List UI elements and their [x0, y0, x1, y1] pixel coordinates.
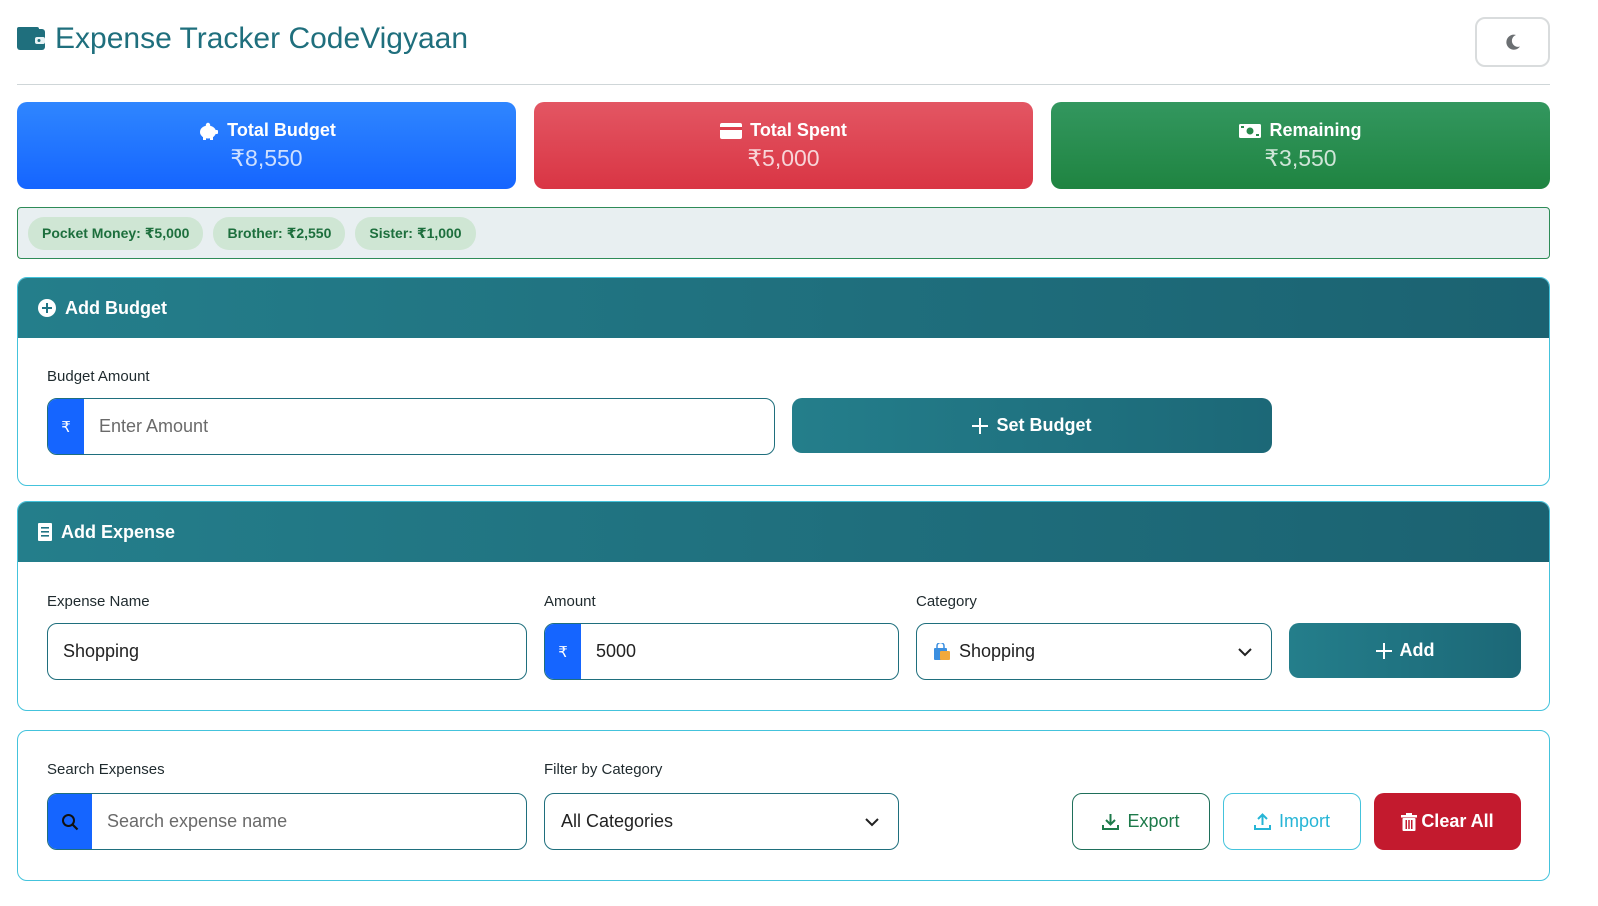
budget-source-chip: Pocket Money: ₹5,000 — [28, 216, 204, 250]
add-expense-button-label: Add — [1399, 640, 1435, 660]
export-button[interactable]: Export — [1072, 793, 1210, 850]
total-budget-label: Total Budget — [227, 120, 336, 140]
budget-sources-bar: Pocket Money: ₹5,000 Brother: ₹2,550 Sis… — [17, 207, 1550, 259]
add-expense-header: Add Expense — [18, 502, 1549, 562]
set-budget-button[interactable]: Set Budget — [792, 398, 1272, 453]
category-select[interactable]: Shopping — [916, 623, 1272, 680]
expense-name-field — [47, 623, 527, 680]
plus-circle-icon — [38, 299, 56, 317]
piggy-bank-icon — [200, 122, 219, 140]
download-icon — [1102, 814, 1120, 830]
category-selected-value: Shopping — [959, 641, 1036, 661]
chevron-down-icon — [1238, 647, 1252, 656]
moon-icon — [1505, 34, 1520, 50]
search-label: Search Expenses — [47, 761, 165, 778]
budget-amount-field: ₹ — [47, 398, 775, 455]
search-icon — [62, 813, 79, 830]
remaining-label: Remaining — [1269, 120, 1362, 140]
expense-name-label: Expense Name — [47, 593, 150, 610]
total-spent-label: Total Spent — [750, 120, 847, 140]
wallet-icon — [17, 27, 45, 50]
import-label: Import — [1278, 811, 1330, 831]
remaining-card: Remaining ₹3,550 — [1051, 102, 1550, 189]
currency-prefix: ₹ — [48, 399, 84, 454]
add-budget-panel: Add Budget Budget Amount ₹ Set Budget — [17, 277, 1550, 486]
shopping-bag-icon — [934, 642, 950, 660]
add-budget-header: Add Budget — [18, 278, 1549, 338]
filter-category-select[interactable]: All Categories — [544, 793, 899, 850]
budget-amount-label: Budget Amount — [47, 368, 150, 385]
plus-icon — [1375, 642, 1392, 659]
budget-source-chip: Sister: ₹1,000 — [355, 216, 476, 250]
chevron-down-icon — [865, 817, 879, 826]
app-title-text: Expense Tracker CodeVigyaan — [55, 22, 469, 55]
total-budget-value: ₹8,550 — [230, 145, 303, 171]
clear-all-button[interactable]: Clear All — [1374, 793, 1521, 850]
total-budget-card: Total Budget ₹8,550 — [17, 102, 516, 189]
budget-amount-input[interactable] — [84, 399, 774, 454]
search-input[interactable] — [92, 794, 526, 849]
expense-amount-input[interactable] — [581, 624, 898, 679]
search-field — [47, 793, 527, 850]
app-header: Expense Tracker CodeVigyaan — [17, 14, 1550, 85]
add-budget-title: Add Budget — [65, 297, 167, 318]
add-expense-button[interactable]: Add — [1289, 623, 1521, 678]
budget-source-chip: Brother: ₹2,550 — [213, 216, 346, 250]
app-title: Expense Tracker CodeVigyaan — [17, 22, 468, 56]
upload-icon — [1253, 813, 1271, 830]
add-expense-panel: Add Expense Expense Name Amount ₹ Catego… — [17, 501, 1550, 711]
receipt-icon — [38, 523, 52, 541]
import-button[interactable]: Import — [1223, 793, 1361, 850]
theme-toggle-button[interactable] — [1475, 17, 1550, 67]
search-filter-panel: Search Expenses Filter by Category All C… — [17, 730, 1550, 881]
clear-all-label: Clear All — [1421, 811, 1494, 831]
filter-selected-value: All Categories — [561, 811, 674, 831]
remaining-value: ₹3,550 — [1264, 145, 1337, 171]
search-prefix — [48, 794, 92, 849]
set-budget-label: Set Budget — [996, 415, 1092, 435]
add-expense-title: Add Expense — [61, 521, 176, 542]
total-spent-value: ₹5,000 — [747, 145, 820, 171]
expense-name-input[interactable] — [48, 624, 526, 679]
category-label: Category — [916, 593, 977, 610]
currency-prefix: ₹ — [545, 624, 581, 679]
expense-amount-label: Amount — [544, 593, 596, 610]
total-spent-card: Total Spent ₹5,000 — [534, 102, 1033, 189]
export-label: Export — [1127, 811, 1180, 831]
credit-card-icon — [720, 122, 743, 139]
trash-icon — [1401, 812, 1418, 831]
expense-amount-field: ₹ — [544, 623, 899, 680]
filter-category-label: Filter by Category — [544, 761, 663, 778]
plus-icon — [972, 417, 989, 434]
cash-icon — [1239, 123, 1262, 138]
